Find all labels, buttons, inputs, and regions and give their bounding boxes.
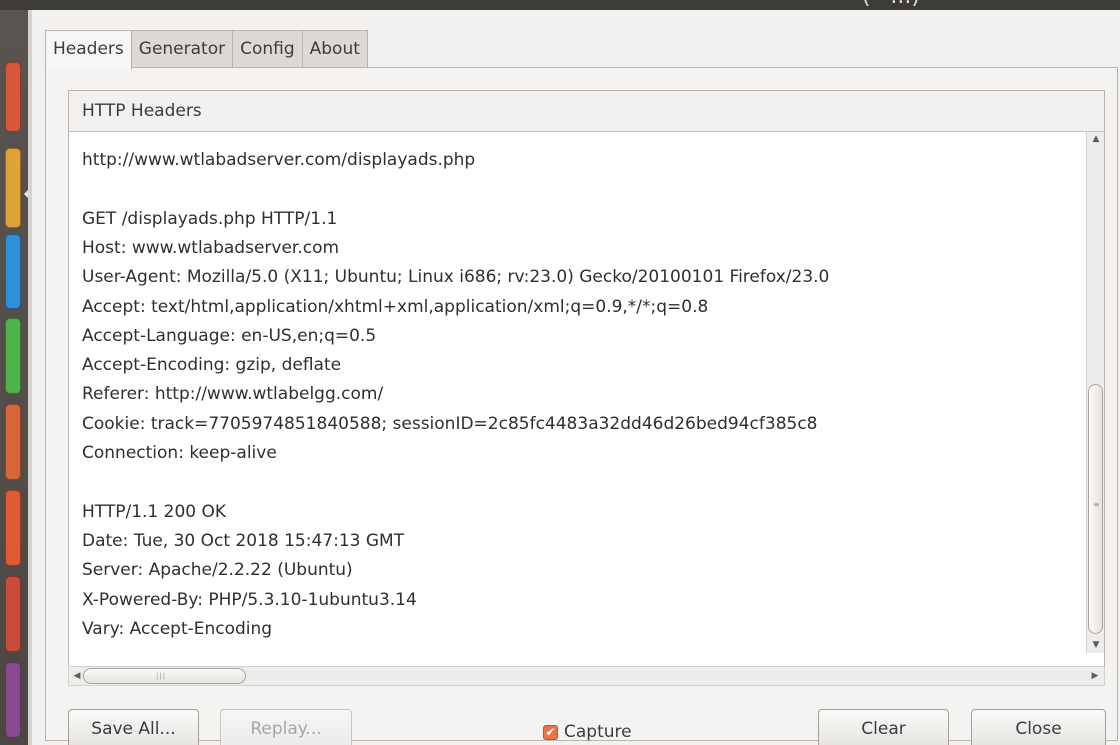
http-headers-frame: HTTP Headers http://www.wtlabadserver.co… <box>68 90 1105 668</box>
header-line: Referer: http://www.wtlabelgg.com/ <box>82 384 384 405</box>
tab-about[interactable]: About <box>301 30 368 68</box>
header-line: Cookie: track=7705974851840588; sessionI… <box>82 413 818 434</box>
header-line: Host: www.wtlabadserver.com <box>82 237 340 258</box>
unity-launcher <box>0 10 29 745</box>
launcher-app-icon-1[interactable] <box>5 62 21 132</box>
save-all-button[interactable]: Save All... <box>68 709 199 745</box>
header-line: Connection: keep-alive <box>82 443 277 463</box>
tab-bar: Headers Generator Config About <box>45 30 368 70</box>
launcher-app-icon-2[interactable] <box>5 148 21 228</box>
launcher-app-icon-7[interactable] <box>5 576 21 652</box>
launcher-app-icon-4[interactable] <box>5 318 21 394</box>
header-line: http://www.wtlabadserver.com/displayads.… <box>82 150 476 170</box>
horizontal-scroll-thumb[interactable]: ||| <box>83 668 246 684</box>
header-line: Server: Apache/2.2.22 (Ubuntu) <box>82 560 353 581</box>
scroll-up-icon[interactable]: ▲ <box>1088 132 1104 146</box>
scroll-right-icon[interactable]: ▶ <box>1087 668 1103 684</box>
http-headers-frame-title: HTTP Headers <box>69 91 1104 132</box>
http-headers-window: Headers Generator Config About HTTP Head… <box>32 10 1120 745</box>
vertical-scroll-thumb[interactable]: ≡ <box>1088 384 1103 634</box>
replay-button[interactable]: Replay... <box>220 709 352 745</box>
close-button[interactable]: Close <box>971 709 1106 745</box>
header-line: Vary: Accept-Encoding <box>82 618 273 639</box>
window-title: (• ...) <box>862 0 920 9</box>
scroll-down-icon[interactable]: ▼ <box>1088 638 1104 652</box>
header-line: Accept-Encoding: gzip, deflate <box>82 355 342 376</box>
header-line: X-Powered-By: PHP/5.3.10-1ubuntu3.14 <box>82 589 417 610</box>
capture-label: Capture <box>564 722 632 742</box>
headers-tab-page: HTTP Headers http://www.wtlabadserver.co… <box>45 67 1118 745</box>
tab-config[interactable]: Config <box>232 30 303 68</box>
clear-button[interactable]: Clear <box>818 709 949 745</box>
vertical-scrollbar[interactable]: ▲ ≡ ▼ <box>1086 132 1104 653</box>
header-line: Date: Tue, 30 Oct 2018 15:47:13 GMT <box>82 530 405 551</box>
capture-checkbox[interactable]: ✔ Capture <box>543 721 632 743</box>
header-line: User-Agent: Mozilla/5.0 (X11; Ubuntu; Li… <box>82 267 830 288</box>
header-line: HTTP/1.1 200 OK <box>82 501 227 522</box>
horizontal-scrollbar[interactable]: ◀ ||| ▶ <box>68 666 1105 686</box>
header-line: Accept: text/html,application/xhtml+xml,… <box>82 296 709 317</box>
launcher-app-icon-3[interactable] <box>5 234 21 309</box>
window-title-bar: (• ...) <box>0 0 1120 10</box>
launcher-app-icon-8[interactable] <box>5 662 21 738</box>
header-line: GET /displayads.php HTTP/1.1 <box>82 208 338 229</box>
headers-text-view[interactable]: http://www.wtlabadserver.com/displayads.… <box>70 132 1082 653</box>
header-line: Accept-Language: en-US,en;q=0.5 <box>82 325 377 346</box>
tab-generator[interactable]: Generator <box>130 30 234 68</box>
checkbox-checked-icon[interactable]: ✔ <box>543 724 558 740</box>
tab-headers[interactable]: Headers <box>45 30 132 70</box>
launcher-app-icon-6[interactable] <box>5 490 21 566</box>
launcher-app-icon-5[interactable] <box>5 404 21 480</box>
